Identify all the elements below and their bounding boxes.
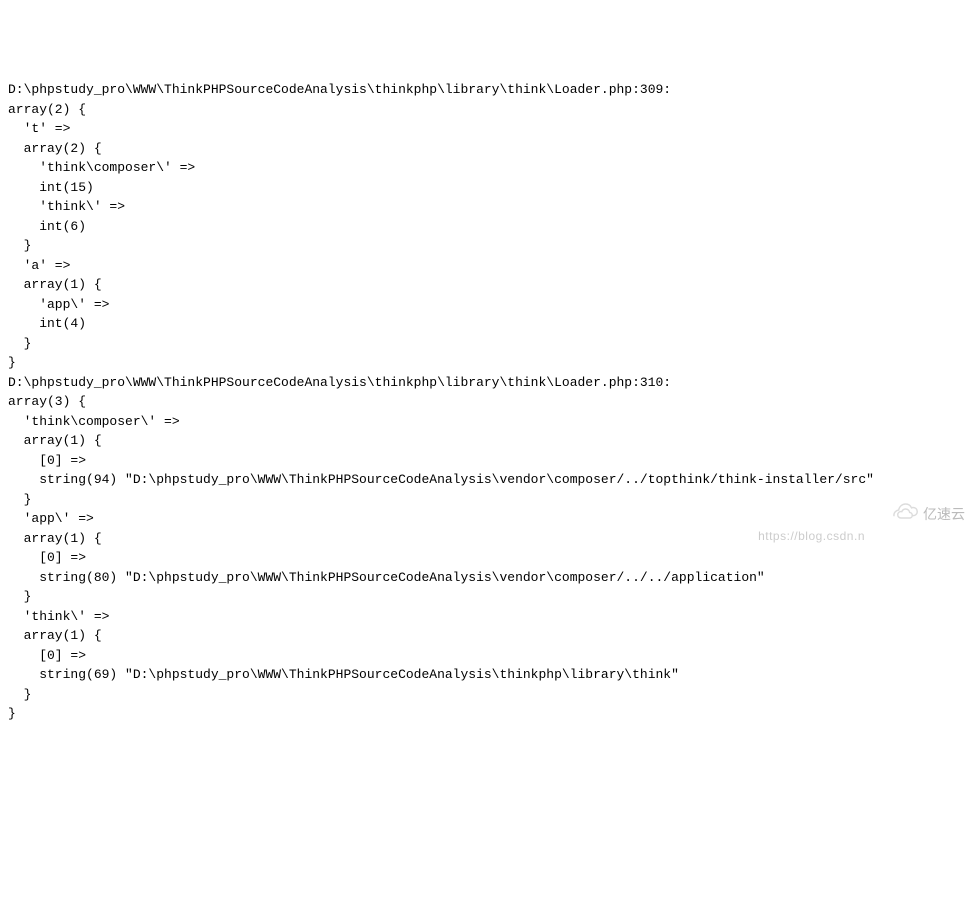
dump-line: [0] => bbox=[8, 550, 86, 565]
dump-line: array(1) { bbox=[8, 628, 102, 643]
dump-line: 'a' => bbox=[8, 258, 70, 273]
dump-line: int(4) bbox=[8, 316, 86, 331]
dump-line: } bbox=[8, 355, 16, 370]
dump-line: D:\phpstudy_pro\WWW\ThinkPHPSourceCodeAn… bbox=[8, 375, 671, 390]
cloud-icon bbox=[875, 481, 919, 547]
dump-line: array(1) { bbox=[8, 277, 102, 292]
dump-line: [0] => bbox=[8, 453, 86, 468]
dump-line: array(2) { bbox=[8, 102, 86, 117]
dump-line: 'think\composer\' => bbox=[8, 414, 180, 429]
dump-line: } bbox=[8, 706, 16, 721]
dump-line: D:\phpstudy_pro\WWW\ThinkPHPSourceCodeAn… bbox=[8, 82, 671, 97]
dump-line: string(69) "D:\phpstudy_pro\WWW\ThinkPHP… bbox=[8, 667, 679, 682]
dump-line: int(15) bbox=[8, 180, 94, 195]
dump-line: array(1) { bbox=[8, 433, 102, 448]
dump-line: } bbox=[8, 238, 31, 253]
dump-line: 'app\' => bbox=[8, 511, 94, 526]
dump-line: 'think\' => bbox=[8, 609, 109, 624]
dump-line: [0] => bbox=[8, 648, 86, 663]
dump-line: } bbox=[8, 492, 31, 507]
dump-line: 'think\composer\' => bbox=[8, 160, 195, 175]
dump-line: int(6) bbox=[8, 219, 86, 234]
csdn-watermark: https://blog.csdn.n bbox=[758, 527, 865, 545]
brand-text: 亿速云 bbox=[923, 504, 965, 525]
var-dump-output-1: D:\phpstudy_pro\WWW\ThinkPHPSourceCodeAn… bbox=[8, 80, 967, 724]
dump-line: 't' => bbox=[8, 121, 70, 136]
dump-line: 'think\' => bbox=[8, 199, 125, 214]
dump-line: } bbox=[8, 336, 31, 351]
dump-line: array(3) { bbox=[8, 394, 86, 409]
dump-line: } bbox=[8, 589, 31, 604]
dump-line: array(1) { bbox=[8, 531, 102, 546]
dump-line: string(94) "D:\phpstudy_pro\WWW\ThinkPHP… bbox=[8, 472, 874, 487]
brand-watermark: 亿速云 bbox=[875, 481, 965, 547]
dump-line: string(80) "D:\phpstudy_pro\WWW\ThinkPHP… bbox=[8, 570, 765, 585]
dump-line: array(2) { bbox=[8, 141, 102, 156]
dump-line: 'app\' => bbox=[8, 297, 109, 312]
dump-line: } bbox=[8, 687, 31, 702]
